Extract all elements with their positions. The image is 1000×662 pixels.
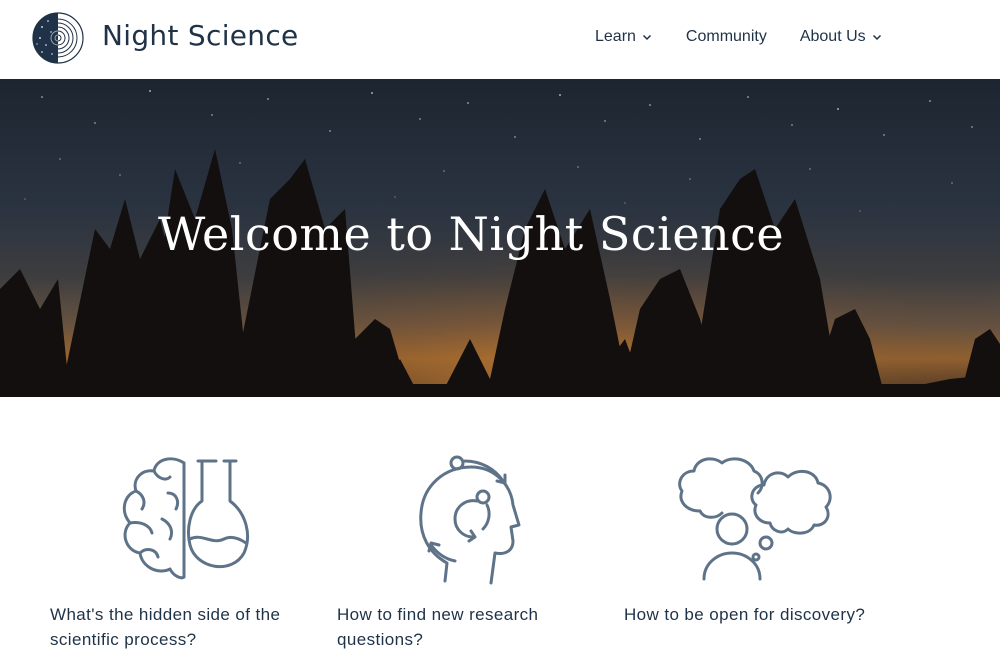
main-nav: Learn Community About Us (595, 28, 882, 46)
hero-banner: Welcome to Night Science (0, 79, 1000, 397)
chevron-down-icon (642, 34, 651, 41)
nav-about-us-label: About Us (799, 28, 866, 45)
person-thought-clouds-icon (678, 457, 832, 581)
head-cycle-icon (419, 455, 521, 585)
site-header: Night Science Learn Community About Us (0, 0, 1000, 80)
nav-community[interactable]: Community (686, 28, 767, 46)
chevron-down-icon (872, 34, 881, 41)
nav-learn[interactable]: Learn (595, 28, 652, 46)
brand-name[interactable]: Night Science (102, 19, 299, 52)
nav-community-label: Community (685, 28, 767, 45)
nav-learn-label: Learn (595, 28, 636, 45)
nav-about-us[interactable]: About Us (800, 28, 882, 46)
brain-flask-icon (122, 457, 249, 580)
features-section: What's the hidden side of the scientific… (0, 397, 1000, 662)
feature-text: What's the hidden side of the scientific… (50, 605, 281, 649)
feature-text: How to find new research questions? (337, 605, 539, 649)
hero-title: Welcome to Night Science (158, 207, 785, 261)
feature-text: How to be open for discovery? (624, 605, 866, 624)
logo-icon[interactable] (32, 12, 84, 64)
